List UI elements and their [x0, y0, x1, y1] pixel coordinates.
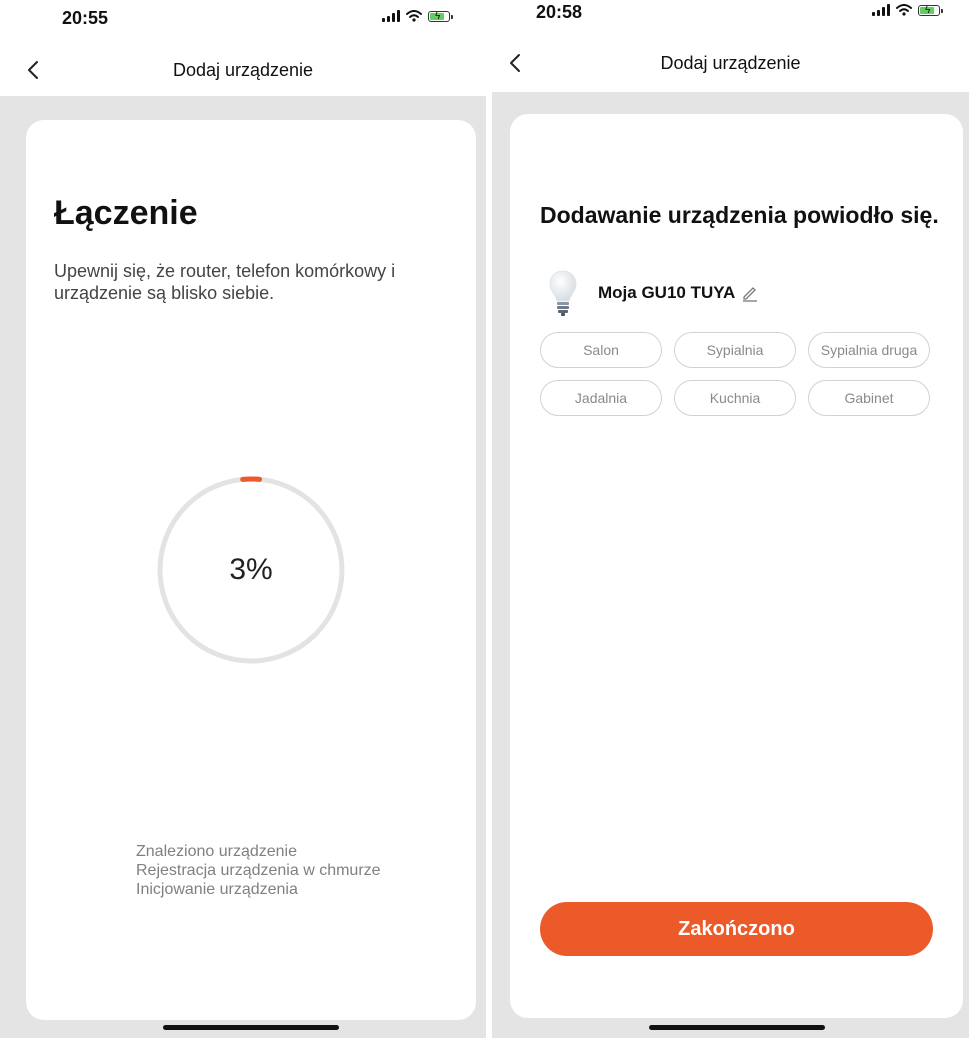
battery-charging-icon: ϟ: [918, 5, 943, 16]
room-chip-sypialnia[interactable]: Sypialnia: [674, 332, 796, 368]
wifi-icon: [896, 4, 912, 16]
connecting-screen: 20:55 ϟ Dodaj urządzenie Łączenie Upewni…: [0, 0, 486, 1038]
progress-percent: 3%: [229, 553, 273, 586]
connecting-title: Łączenie: [54, 194, 198, 232]
home-indicator: [163, 1025, 339, 1030]
cellular-signal-icon: [872, 4, 890, 16]
back-button[interactable]: [502, 50, 528, 76]
step-cloud-registration: Rejestracja urządzenia w chmurze: [136, 862, 381, 879]
step-initialization: Inicjowanie urządzenia: [136, 881, 298, 898]
room-chip-jadalnia[interactable]: Jadalnia: [540, 380, 662, 416]
room-chip-salon[interactable]: Salon: [540, 332, 662, 368]
connecting-description: Upewnij się, że router, telefon komórkow…: [54, 261, 396, 303]
device-row: Moja GU10 TUYA: [548, 269, 759, 317]
status-time: 20:58: [536, 2, 583, 22]
wifi-icon: [406, 10, 422, 22]
room-chip-gabinet[interactable]: Gabinet: [808, 380, 930, 416]
step-found: Znaleziono urządzenie: [136, 843, 297, 860]
success-screen: 20:58 ϟ Dodaj urządzenie Dodawanie urząd…: [492, 0, 969, 1038]
nav-bar: Dodaj urządzenie: [492, 38, 969, 88]
back-button[interactable]: [20, 57, 46, 83]
room-selector: Salon Sypialnia Sypialnia druga Jadalnia…: [540, 332, 930, 416]
chevron-left-icon: [28, 61, 38, 79]
success-card: Dodawanie urządzenia powiodło się. Moja …: [510, 114, 963, 1018]
device-name: Moja GU10 TUYA: [598, 283, 736, 302]
chevron-left-icon: [510, 54, 520, 72]
page-title: Dodaj urządzenie: [660, 52, 801, 73]
edit-name-button[interactable]: [741, 284, 759, 302]
status-icons: ϟ: [382, 10, 453, 22]
pencil-icon: [743, 287, 758, 302]
light-bulb-icon: [549, 270, 577, 316]
success-title: Dodawanie urządzenia powiodło się.: [540, 202, 939, 228]
status-icons: ϟ: [872, 4, 943, 16]
connecting-card: Łączenie Upewnij się, że router, telefon…: [26, 120, 476, 1020]
progress-ring: 3%: [155, 474, 347, 666]
cellular-signal-icon: [382, 10, 400, 22]
connection-steps: Znaleziono urządzenie Rejestracja urządz…: [136, 842, 381, 899]
battery-charging-icon: ϟ: [428, 11, 453, 22]
room-chip-sypialnia-druga[interactable]: Sypialnia druga: [808, 332, 930, 368]
home-indicator: [649, 1025, 825, 1030]
nav-bar: Dodaj urządzenie: [0, 45, 486, 95]
status-time: 20:55: [62, 8, 109, 28]
finish-button[interactable]: Zakończono: [540, 902, 933, 956]
room-chip-kuchnia[interactable]: Kuchnia: [674, 380, 796, 416]
page-title: Dodaj urządzenie: [172, 59, 314, 80]
